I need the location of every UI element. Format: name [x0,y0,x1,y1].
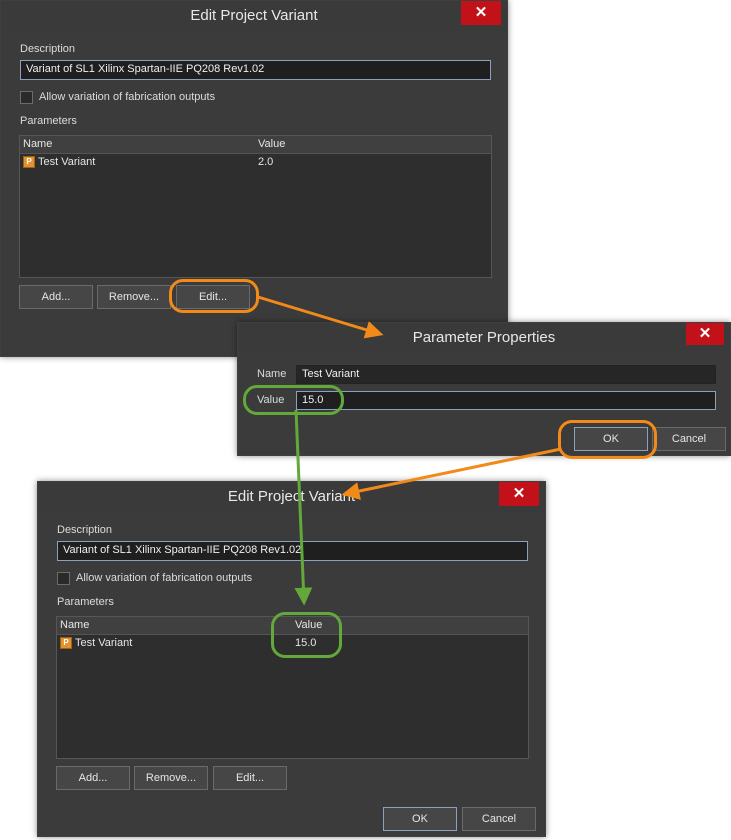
ok-button-highlight [558,420,657,459]
edit-button-highlight [169,279,259,313]
value-cell-highlight [271,612,342,658]
value-field-highlight [243,385,344,415]
arrow-value-to-grid [294,409,313,606]
arrow-edit-to-properties [257,295,384,339]
arrow-ok-to-updated-dialog [341,447,562,500]
